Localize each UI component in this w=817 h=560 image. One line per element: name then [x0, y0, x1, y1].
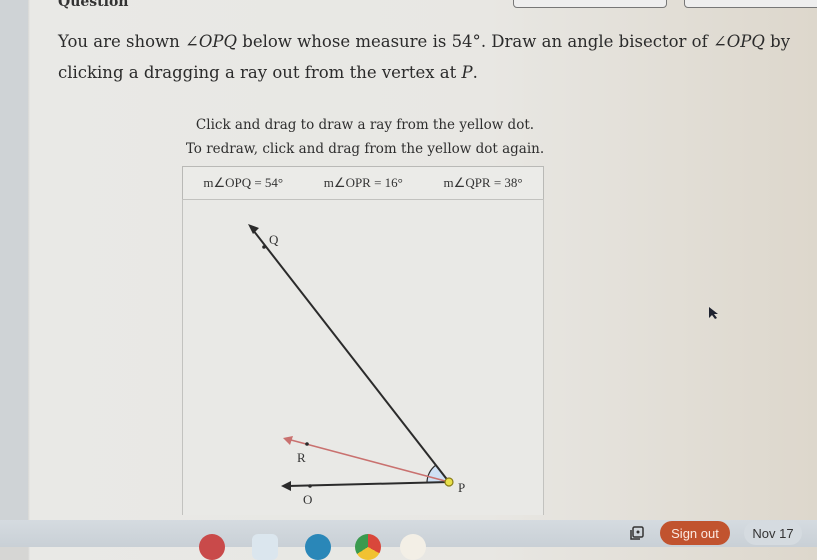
instruction-line: To redraw, click and drag from the yello… — [185, 141, 545, 157]
section-heading: Question — [58, 0, 129, 10]
arrow-o-icon — [281, 481, 291, 491]
drawing-canvas[interactable]: Q R O P — [182, 199, 544, 515]
app-icon-5[interactable] — [400, 534, 426, 560]
measure-opr: m∠OPR = 16° — [323, 175, 403, 190]
ray-po — [287, 481, 450, 487]
point-r — [305, 442, 309, 446]
prompt-text: You are shown — [58, 32, 186, 51]
top-button-1[interactable] — [513, 0, 667, 8]
question-prompt: You are shown ∠OPQ below whose measure i… — [58, 26, 798, 88]
app-icon-3[interactable] — [305, 534, 331, 560]
measure-qpr: m∠QPR = 38° — [443, 175, 523, 190]
mouse-pointer-icon — [709, 307, 718, 319]
ray-pr — [290, 439, 450, 483]
prompt-text: below whose measure is — [237, 32, 452, 51]
label-r: R — [297, 450, 306, 465]
side-panel-edge — [0, 0, 28, 520]
arrow-q-icon — [248, 224, 259, 234]
point-q — [262, 245, 266, 249]
angle-measure: 54° — [451, 32, 481, 51]
prompt-text: . Draw an angle bisector of — [480, 32, 713, 51]
top-button-2[interactable] — [684, 0, 817, 8]
label-p: P — [458, 480, 465, 495]
screenshot-icon[interactable] — [630, 526, 644, 540]
app-icon-1[interactable] — [199, 534, 225, 560]
instruction-line: Click and drag to draw a ray from the ye… — [195, 117, 535, 133]
angle-measures-bar: m∠OPQ = 54° m∠OPR = 16° m∠QPR = 38° — [182, 166, 544, 200]
app-icon-2[interactable] — [252, 534, 278, 560]
ray-pq — [252, 229, 450, 483]
angle-label: ∠OPQ — [185, 32, 238, 51]
vertex-handle — [444, 477, 454, 487]
measure-opq: m∠OPQ = 54° — [203, 175, 284, 190]
vertex-label: P — [461, 63, 473, 82]
label-q: Q — [269, 232, 279, 247]
arrow-r-icon — [283, 436, 293, 445]
date-display[interactable]: Nov 17 — [744, 521, 802, 545]
sign-out-button[interactable]: Sign out — [660, 521, 730, 545]
angle-label: ∠OPQ — [712, 32, 765, 51]
prompt-text: . — [472, 63, 478, 82]
chrome-icon[interactable] — [355, 534, 381, 560]
point-o — [308, 484, 312, 488]
instructions: Click and drag to draw a ray from the ye… — [160, 113, 570, 161]
label-o: O — [303, 492, 312, 507]
